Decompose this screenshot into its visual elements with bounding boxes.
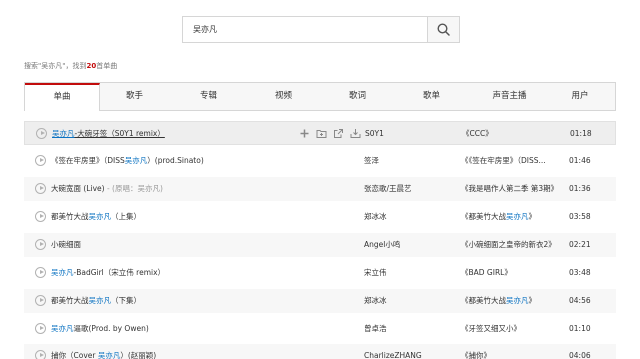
play-icon[interactable] (35, 155, 46, 166)
play-icon[interactable] (35, 211, 46, 222)
search-input[interactable] (182, 16, 427, 43)
song-artist[interactable]: 郑冰冰 (364, 205, 459, 229)
song-artist[interactable]: Angel小鸣 (364, 233, 459, 257)
play-icon[interactable] (35, 323, 46, 334)
song-duration: 01:18 (570, 129, 592, 138)
song-actions (299, 128, 361, 140)
tab-artists[interactable]: 歌手 (97, 83, 172, 110)
song-duration: 03:58 (569, 212, 591, 221)
song-artist[interactable]: 签泽 (364, 149, 459, 173)
song-title[interactable]: 大碗宽面 (Live) - (原唱：吴亦凡) (51, 177, 291, 201)
song-album[interactable]: 《都美竹大战吴亦凡》 (461, 289, 561, 313)
search-button[interactable] (427, 16, 460, 43)
song-album[interactable]: 《捕你》 (461, 344, 561, 359)
tab-playlists[interactable]: 歌单 (394, 83, 469, 110)
play-icon[interactable] (35, 183, 46, 194)
song-row[interactable]: 吴亦凡-BadGirl（宋立伟 remix） 宋立伟 《BAD GIRL》 03… (24, 261, 616, 285)
search-bar (182, 16, 460, 43)
play-icon[interactable] (36, 128, 47, 139)
result-prefix: 搜索"吴亦凡"，找到 (24, 62, 87, 70)
song-row[interactable]: 都美竹大战吴亦凡（下集） 郑冰冰 《都美竹大战吴亦凡》 04:56 (24, 289, 616, 313)
song-artist[interactable]: S0Y1 (365, 122, 460, 146)
play-icon[interactable] (35, 267, 46, 278)
tab-users[interactable]: 用户 (550, 83, 610, 110)
tab-songs[interactable]: 单曲 (25, 83, 100, 111)
tab-podcasters[interactable]: 声音主播 (467, 83, 552, 110)
play-icon[interactable] (35, 295, 46, 306)
song-row[interactable]: 吴亦凡逼歌(Prod. by Owen) 曾卓浩 《牙签又细又小》 01:10 (24, 317, 616, 341)
song-title[interactable]: 吴亦凡-BadGirl（宋立伟 remix） (51, 261, 291, 285)
song-album[interactable]: 《CCC》 (462, 122, 562, 146)
song-row[interactable]: 小碗细面 Angel小鸣 《小碗细面之皇帝的新衣2》 02:21 (24, 233, 616, 257)
song-album[interactable]: 《BAD GIRL》 (461, 261, 561, 285)
song-title[interactable]: 捕你（Cover 吴亦凡）(赵丽颖) (51, 344, 291, 359)
song-title[interactable]: 吴亦凡-大碗牙签（S0Y1 remix） (52, 122, 292, 146)
search-result-summary: 搜索"吴亦凡"，找到20首单曲 (24, 61, 117, 71)
song-artist[interactable]: 郑冰冰 (364, 289, 459, 313)
play-icon[interactable] (35, 239, 46, 250)
song-artist[interactable]: 曾卓浩 (364, 317, 459, 341)
tab-lyrics[interactable]: 歌词 (320, 83, 395, 110)
song-duration: 03:48 (569, 268, 591, 277)
song-duration: 01:10 (569, 324, 591, 333)
song-album[interactable]: 《牙签又细又小》 (461, 317, 561, 341)
result-count: 20 (86, 62, 97, 70)
song-album[interactable]: 《小碗细面之皇帝的新衣2》 (461, 233, 561, 257)
song-title[interactable]: 《签在牢房里》（DISS吴亦凡）(prod.Sinato) (51, 149, 291, 173)
download-icon[interactable] (350, 128, 361, 139)
category-tabs: 单曲 歌手 专辑 视频 歌词 歌单 声音主播 用户 (24, 82, 616, 111)
song-duration: 01:46 (569, 156, 591, 165)
add-icon[interactable] (299, 128, 310, 139)
song-row[interactable]: 《签在牢房里》（DISS吴亦凡）(prod.Sinato) 签泽 《《签在牢房里… (24, 149, 616, 173)
song-artist[interactable]: 宋立伟 (364, 261, 459, 285)
song-row[interactable]: 都美竹大战吴亦凡（上集） 郑冰冰 《都美竹大战吴亦凡》 03:58 (24, 205, 616, 229)
song-album[interactable]: 《我是唱作人第二季 第3期》 (461, 177, 561, 201)
tab-albums[interactable]: 专辑 (171, 83, 246, 110)
song-artist[interactable]: 张恋歌/王晨艺 (364, 177, 459, 201)
song-artist[interactable]: CharlizeZHANG (364, 344, 459, 359)
song-duration: 04:56 (569, 296, 591, 305)
song-row[interactable]: 吴亦凡-大碗牙签（S0Y1 remix） S0Y1 《CCC》 01:18 (24, 121, 616, 145)
song-duration: 01:36 (569, 184, 591, 193)
song-row[interactable]: 捕你（Cover 吴亦凡）(赵丽颖) CharlizeZHANG 《捕你》 04… (24, 344, 616, 359)
song-title[interactable]: 吴亦凡逼歌(Prod. by Owen) (51, 317, 291, 341)
share-icon[interactable] (333, 128, 344, 139)
result-suffix: 首单曲 (96, 62, 118, 70)
song-duration: 04:06 (569, 351, 591, 359)
song-title[interactable]: 都美竹大战吴亦凡（下集） (51, 289, 291, 313)
song-album[interactable]: 《都美竹大战吴亦凡》 (461, 205, 561, 229)
tab-videos[interactable]: 视频 (246, 83, 321, 110)
song-duration: 02:21 (569, 240, 591, 249)
collect-icon[interactable] (316, 128, 327, 139)
song-album[interactable]: 《《签在牢房里》（DISS... (461, 149, 561, 173)
song-title[interactable]: 都美竹大战吴亦凡（上集） (51, 205, 291, 229)
song-row[interactable]: 大碗宽面 (Live) - (原唱：吴亦凡) 张恋歌/王晨艺 《我是唱作人第二季… (24, 177, 616, 201)
search-icon (437, 23, 450, 36)
play-icon[interactable] (35, 350, 46, 359)
song-title[interactable]: 小碗细面 (51, 233, 291, 257)
